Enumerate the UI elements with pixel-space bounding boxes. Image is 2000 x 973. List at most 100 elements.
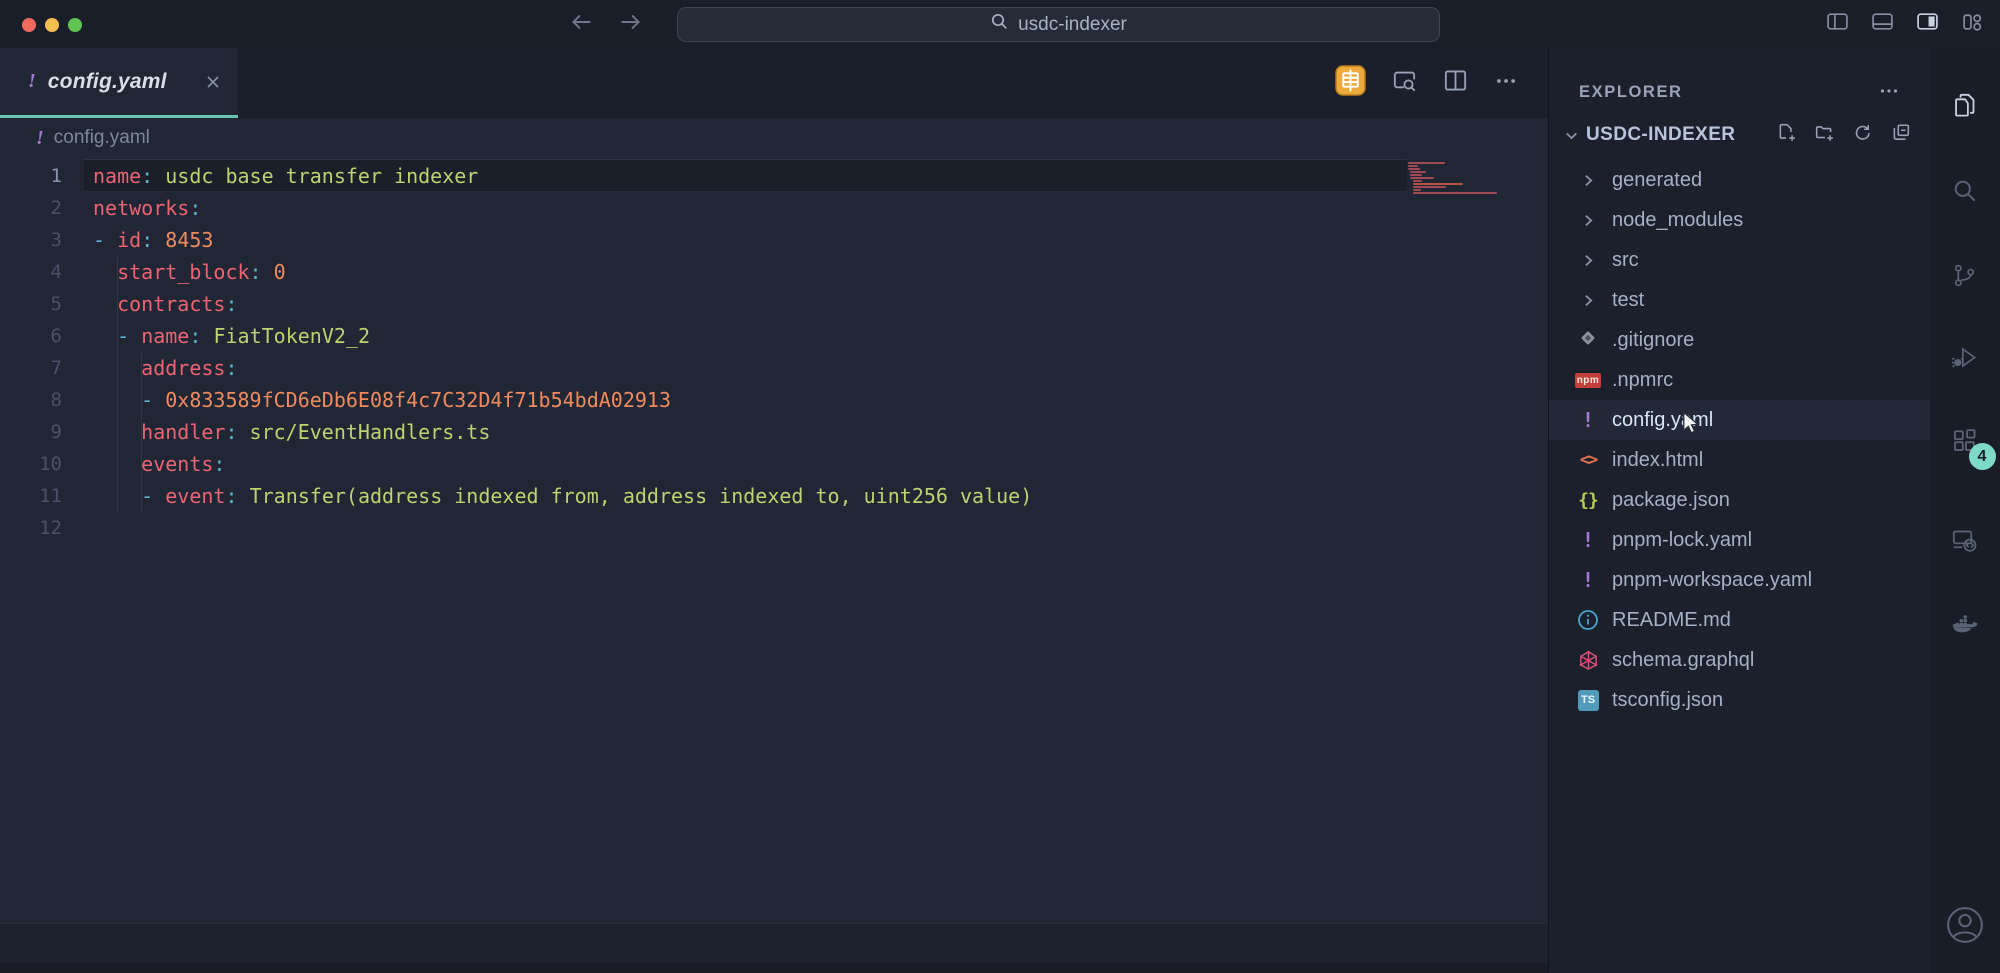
code-line-10[interactable]: 10 events: [0,448,1548,480]
tree-file-pnpm-lock-yaml[interactable]: !pnpm-lock.yaml [1549,520,1930,560]
collapse-folders-icon[interactable] [1891,123,1910,147]
envio-extension-icon[interactable] [1335,65,1366,101]
tree-file-readme-md[interactable]: README.md [1549,600,1930,640]
minimap-line [1408,162,1445,164]
code-text: - name: FiatTokenV2_2 [93,320,370,352]
chevron-right-icon [1575,167,1601,193]
tree-file-tsconfig-json[interactable]: TS tsconfig.json [1549,680,1930,720]
activity-docker-icon[interactable] [1941,601,1989,649]
chevron-right-icon [1575,247,1601,273]
tree-file-gitignore[interactable]: .gitignore [1549,320,1930,360]
code-line-6[interactable]: 6 - name: FiatTokenV2_2 [0,320,1548,352]
yaml-file-icon: ! [1575,567,1601,593]
yaml-file-icon: ! [1575,527,1601,553]
activity-explorer-icon[interactable] [1941,81,1989,129]
window-bottom-edge [0,963,1548,973]
chevron-down-icon [1563,127,1580,144]
tab-config-yaml[interactable]: ! config.yaml [0,48,238,118]
code-text: - 0x833589fCD6eDb6E08f4c7C32D4f71b54bdA0… [93,384,671,416]
breadcrumb[interactable]: ! config.yaml [0,118,1548,158]
code-lines: 1name: usdc base transfer indexer2networ… [0,160,1548,544]
line-number: 11 [0,480,62,512]
explorer-more-actions-icon[interactable] [1878,80,1900,102]
activity-account-icon[interactable] [1941,901,1989,949]
minimap[interactable] [1408,162,1500,198]
chevron-right-icon [1575,287,1601,313]
tree-file-pnpm-workspace-yaml[interactable]: ! pnpm-workspace.yaml [1549,560,1930,600]
workspace-section-header[interactable]: USDC-INDEXER [1549,110,1930,160]
history-forward-icon[interactable] [618,9,644,40]
code-line-5[interactable]: 5 contracts: [0,288,1548,320]
editor-bottom-strip [0,923,1548,963]
split-editor-icon[interactable] [1443,68,1468,98]
minimap-line [1410,171,1426,173]
code-editor[interactable]: 1name: usdc base transfer indexer2networ… [0,158,1548,923]
json-file-icon: {} [1575,487,1601,513]
git-file-icon [1575,327,1601,353]
explorer-title: EXPLORER [1579,83,1683,102]
new-folder-icon[interactable] [1815,123,1834,147]
minimap-line [1408,165,1418,167]
line-number: 2 [0,192,62,224]
toggle-secondary-sidebar-icon[interactable] [1916,10,1939,38]
code-text: contracts: [93,288,238,320]
tree-item-label: test [1612,289,1644,312]
code-line-11[interactable]: 11 - event: Transfer(address indexed fro… [0,480,1548,512]
line-number: 10 [0,448,62,480]
minimize-window-button[interactable] [45,18,59,32]
tree-file-config-yaml[interactable]: !config.yaml [1549,400,1930,440]
history-back-icon[interactable] [568,9,594,40]
tree-folder-test[interactable]: test [1549,280,1930,320]
tree-item-label: generated [1612,169,1702,192]
tree-file-index-html[interactable]: <>index.html [1549,440,1930,480]
line-number: 12 [0,512,62,544]
code-line-8[interactable]: 8 - 0x833589fCD6eDb6E08f4c7C32D4f71b54bd… [0,384,1548,416]
activity-extensions-icon[interactable]: 4 [1941,416,1989,464]
tree-item-label: package.json [1612,489,1730,512]
tree-item-label: pnpm-workspace.yaml [1612,569,1812,592]
toggle-primary-sidebar-icon[interactable] [1826,10,1849,38]
line-number: 9 [0,416,62,448]
minimap-line [1413,180,1422,182]
yaml-file-icon: ! [28,70,36,93]
activity-remote-icon[interactable] [1941,516,1989,564]
line-number: 8 [0,384,62,416]
new-file-icon[interactable] [1777,123,1796,147]
code-line-12[interactable]: 12 [0,512,1548,544]
close-tab-icon[interactable] [204,73,222,91]
toggle-panel-icon[interactable] [1871,10,1894,38]
code-line-4[interactable]: 4 start_block: 0 [0,256,1548,288]
tree-file-npmrc[interactable]: npm.npmrc [1549,360,1930,400]
line-number: 7 [0,352,62,384]
tree-folder-node-modules[interactable]: node_modules [1549,200,1930,240]
explorer-sidebar: EXPLORER USDC-INDEXER generated node_modu… [1548,48,1930,973]
tree-folder-generated[interactable]: generated [1549,160,1930,200]
ts-file-icon: TS [1575,687,1601,713]
tree-folder-src[interactable]: src [1549,240,1930,280]
code-line-7[interactable]: 7 address: [0,352,1548,384]
customize-layout-icon[interactable] [1961,10,1984,38]
activity-search-icon[interactable] [1941,166,1989,214]
tree-file-schema-graphql[interactable]: schema.graphql [1549,640,1930,680]
tree-item-label: tsconfig.json [1612,689,1723,712]
code-line-1[interactable]: 1name: usdc base transfer indexer [0,160,1548,192]
workspace-search-box[interactable]: usdc-indexer [677,7,1440,42]
zoom-window-button[interactable] [68,18,82,32]
more-actions-icon[interactable] [1494,69,1518,98]
activity-source-control-icon[interactable] [1941,251,1989,299]
activity-debug-icon[interactable] [1941,333,1989,381]
npm-file-icon: npm [1575,367,1601,393]
app-window: usdc-indexer ! config.yaml [0,0,2000,973]
tree-item-label: src [1612,249,1639,272]
yaml-file-icon: ! [36,127,44,150]
refresh-icon[interactable] [1853,123,1872,147]
code-line-3[interactable]: 3- id: 8453 [0,224,1548,256]
close-window-button[interactable] [22,18,36,32]
tree-item-label: node_modules [1612,209,1743,232]
code-line-9[interactable]: 9 handler: src/EventHandlers.ts [0,416,1548,448]
mouse-cursor [1677,410,1704,442]
code-line-2[interactable]: 2networks: [0,192,1548,224]
tree-file-package-json[interactable]: {} package.json [1549,480,1930,520]
open-preview-icon[interactable] [1392,68,1417,98]
editor-group: ! config.yaml ! config.yaml 1name: u [0,48,1548,973]
